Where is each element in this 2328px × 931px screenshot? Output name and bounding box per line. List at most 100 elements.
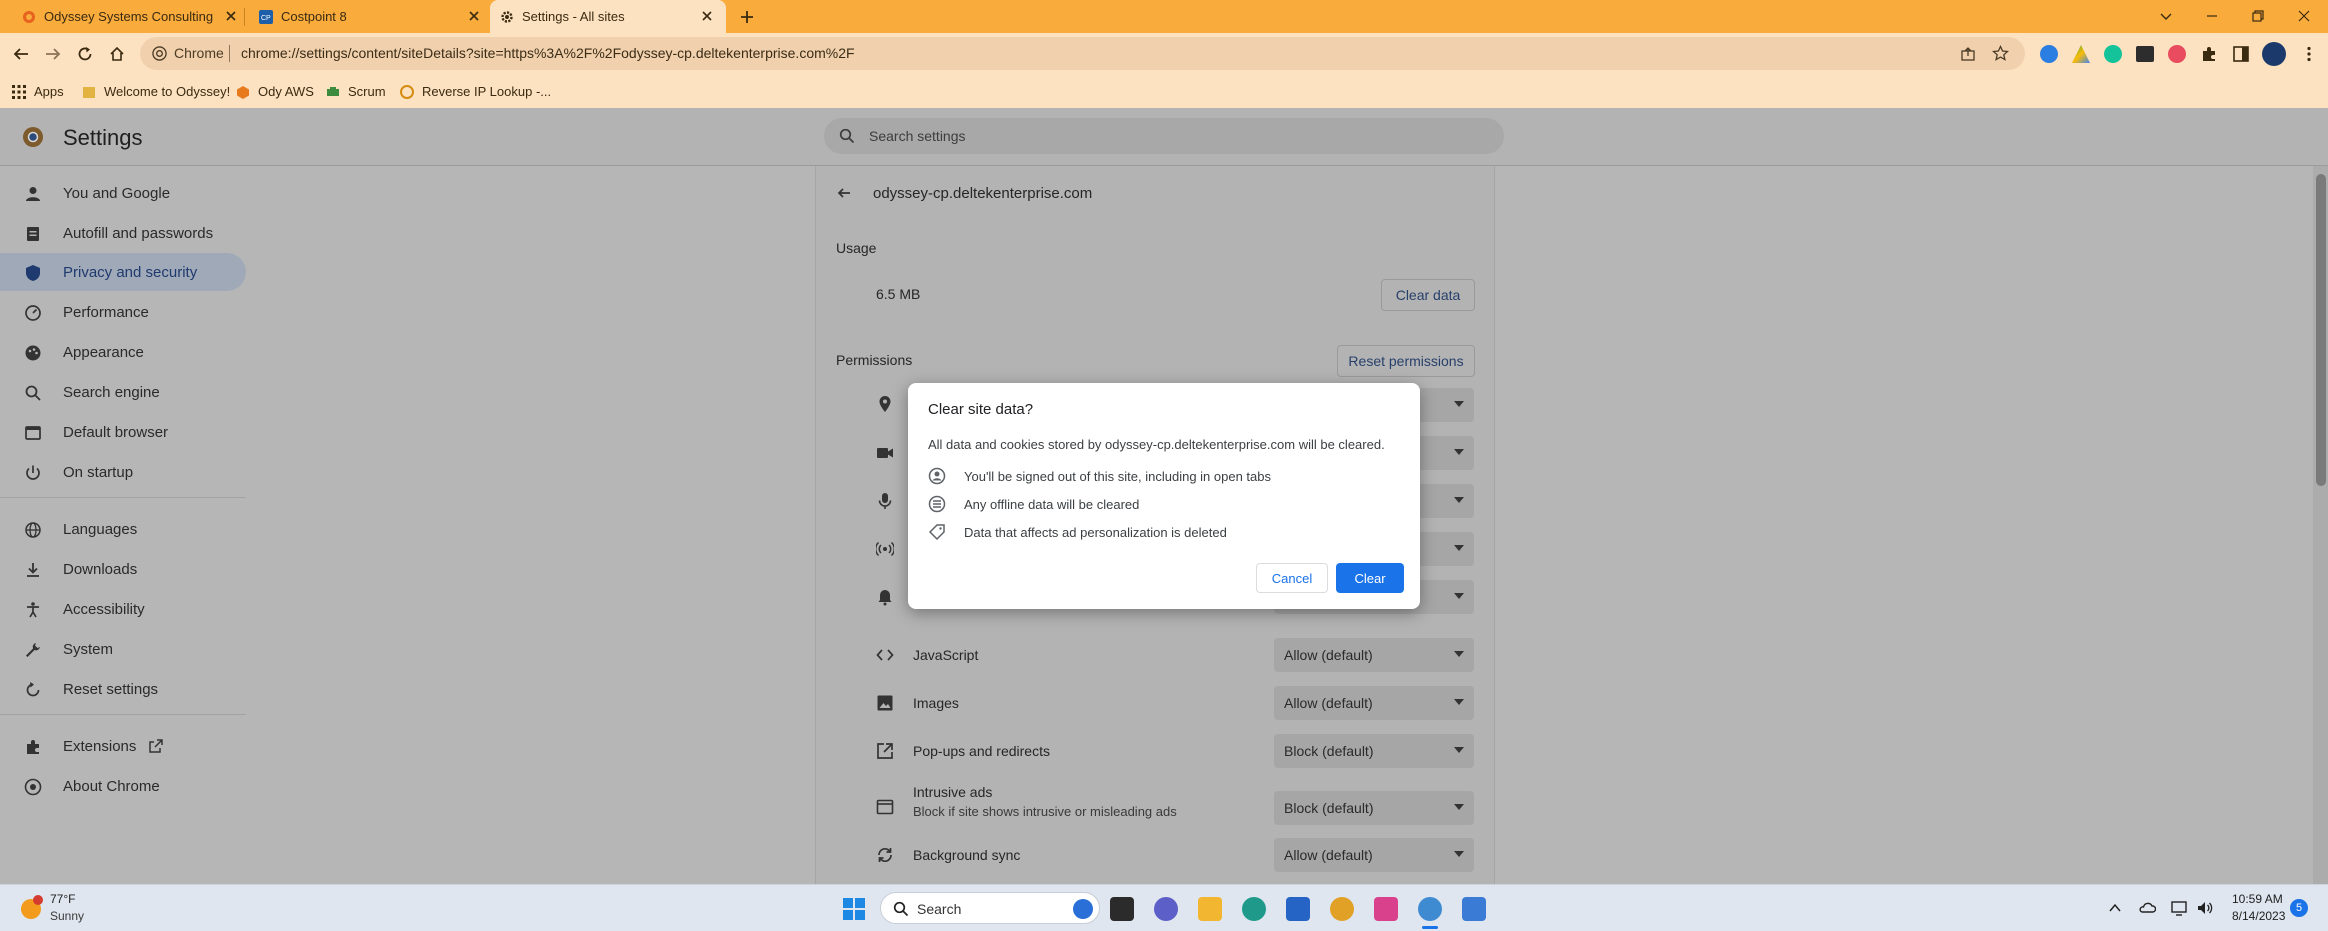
settings-header: Settings Search settings: [0, 108, 2328, 166]
shield-icon: [26, 265, 40, 281]
weather-temp: 77°F: [50, 892, 76, 906]
sidebar-item-extensions[interactable]: Extensions: [0, 727, 246, 765]
new-tab-icon[interactable]: [739, 9, 755, 25]
tab-costpoint[interactable]: CP Costpoint 8: [245, 0, 488, 33]
share-icon[interactable]: [1960, 46, 1976, 62]
person-icon: [26, 187, 40, 201]
sidebar-item-accessibility[interactable]: Accessibility: [0, 590, 246, 628]
photos-icon[interactable]: [1374, 897, 1398, 921]
bookmark-scrum[interactable]: Scrum: [326, 84, 386, 99]
sidebar-item-privacy[interactable]: Privacy and security: [0, 253, 246, 291]
browser-toolbar: Chrome chrome://settings/content/siteDet…: [0, 33, 2328, 75]
cancel-button[interactable]: Cancel: [1256, 563, 1328, 593]
clear-button[interactable]: Clear: [1336, 563, 1404, 593]
images-select[interactable]: Allow (default): [1274, 686, 1474, 720]
costpoint-favicon: CP: [259, 10, 273, 24]
microphone-icon: [878, 493, 892, 509]
volume-icon[interactable]: [2196, 899, 2214, 917]
back-arrow-icon[interactable]: [836, 185, 852, 201]
close-window-icon[interactable]: [2296, 8, 2312, 24]
side-panel-icon[interactable]: [2232, 45, 2250, 63]
clock-time[interactable]: 10:59 AM: [2232, 892, 2283, 906]
sidebar-item-performance[interactable]: Performance: [0, 293, 246, 331]
sidebar-item-autofill[interactable]: Autofill and passwords: [0, 214, 246, 252]
popups-select[interactable]: Block (default): [1274, 734, 1474, 768]
back-arrow-icon[interactable]: [12, 45, 30, 63]
bookmark-star-icon[interactable]: [1992, 45, 2009, 62]
sidebar-item-downloads[interactable]: Downloads: [0, 550, 246, 588]
url-text[interactable]: chrome://settings/content/siteDetails?si…: [241, 45, 855, 61]
tab-odyssey[interactable]: Odyssey Systems Consulting Gro: [0, 0, 243, 33]
permission-label: JavaScript: [913, 647, 979, 663]
store-icon[interactable]: [1286, 897, 1310, 921]
puzzle-icon[interactable]: [2200, 45, 2218, 63]
background-sync-select[interactable]: Allow (default): [1274, 838, 1474, 872]
sensors-icon: [876, 541, 894, 557]
tab-settings[interactable]: Settings - All sites: [490, 0, 726, 33]
onedrive-icon[interactable]: [2138, 899, 2156, 917]
minimize-icon[interactable]: [2204, 8, 2220, 24]
sidebar-item-reset[interactable]: Reset settings: [0, 670, 246, 708]
sun-icon: [21, 895, 43, 919]
permission-sublabel: Block if site shows intrusive or mislead…: [913, 804, 1177, 819]
red-extension-icon[interactable]: [2168, 45, 2186, 63]
more-menu-icon[interactable]: [2300, 45, 2318, 63]
task-view-icon[interactable]: [1110, 897, 1134, 921]
drive-extension-icon[interactable]: [2072, 45, 2090, 63]
intrusive-ads-select[interactable]: Block (default): [1274, 791, 1474, 825]
dialog-item-ad-personalization: Data that affects ad personalization is …: [928, 522, 1398, 542]
password-extension-icon[interactable]: [2136, 46, 2154, 62]
offline-icon: [928, 495, 946, 513]
search-icon: [839, 128, 855, 144]
extension-icon[interactable]: [2040, 45, 2058, 63]
site-domain: odyssey-cp.deltekenterprise.com: [873, 185, 1093, 202]
avatar[interactable]: [2262, 42, 2286, 66]
camera-icon: [877, 448, 893, 458]
network-icon[interactable]: [2170, 899, 2188, 917]
clear-data-button[interactable]: Clear data: [1381, 279, 1475, 311]
chrome-profile-taskbar-icon[interactable]: [1418, 897, 1442, 921]
sidebar-item-about-chrome[interactable]: About Chrome: [0, 767, 246, 805]
bookmark-ody-aws[interactable]: Ody AWS: [236, 84, 314, 99]
javascript-select[interactable]: Allow (default): [1274, 638, 1474, 672]
sidebar-item-appearance[interactable]: Appearance: [0, 333, 246, 371]
grammarly-icon[interactable]: [2104, 45, 2122, 63]
teams-icon[interactable]: [1154, 897, 1178, 921]
aws-icon: [237, 85, 249, 99]
bookmark-reverse-ip[interactable]: Reverse IP Lookup -...: [400, 84, 551, 99]
remote-desktop-icon[interactable]: [1462, 897, 1486, 921]
edge-icon[interactable]: [1242, 897, 1266, 921]
chevron-up-icon[interactable]: [2108, 901, 2122, 915]
windows-start-icon[interactable]: [842, 897, 866, 921]
sidebar-item-you-and-google[interactable]: You and Google: [0, 174, 246, 212]
close-icon[interactable]: [700, 9, 714, 23]
bookmark-apps[interactable]: Apps: [12, 84, 64, 99]
home-icon[interactable]: [108, 45, 126, 63]
reset-permissions-button[interactable]: Reset permissions: [1337, 345, 1475, 377]
close-icon[interactable]: [467, 9, 481, 23]
clock-date[interactable]: 8/14/2023: [2232, 909, 2285, 923]
chrome-taskbar-icon[interactable]: [1330, 897, 1354, 921]
bookmark-welcome[interactable]: Welcome to Odyssey!: [82, 84, 230, 99]
weather-widget[interactable]: [18, 893, 46, 921]
forward-arrow-icon[interactable]: [44, 45, 62, 63]
account-circle-icon: [928, 467, 946, 485]
popup-icon: [877, 743, 893, 759]
sidebar-item-system[interactable]: System: [0, 630, 246, 668]
sidebar-item-default-browser[interactable]: Default browser: [0, 413, 246, 451]
reload-icon[interactable]: [76, 45, 94, 63]
taskbar-search-input[interactable]: Search: [880, 892, 1100, 924]
weather-desc: Sunny: [50, 909, 85, 923]
permission-label: Pop-ups and redirects: [913, 743, 1050, 759]
address-bar[interactable]: Chrome chrome://settings/content/siteDet…: [140, 37, 2025, 70]
sidebar-item-search-engine[interactable]: Search engine: [0, 373, 246, 411]
notification-badge[interactable]: 5: [2290, 899, 2308, 917]
file-explorer-icon[interactable]: [1198, 897, 1222, 921]
sidebar-item-on-startup[interactable]: On startup: [0, 453, 246, 491]
chevron-down-icon[interactable]: [2158, 8, 2174, 24]
restore-icon[interactable]: [2250, 8, 2266, 24]
scrollbar-thumb[interactable]: [2316, 174, 2326, 486]
close-icon[interactable]: [224, 9, 238, 23]
search-settings-input[interactable]: Search settings: [824, 118, 1504, 154]
sidebar-item-languages[interactable]: Languages: [0, 510, 246, 548]
